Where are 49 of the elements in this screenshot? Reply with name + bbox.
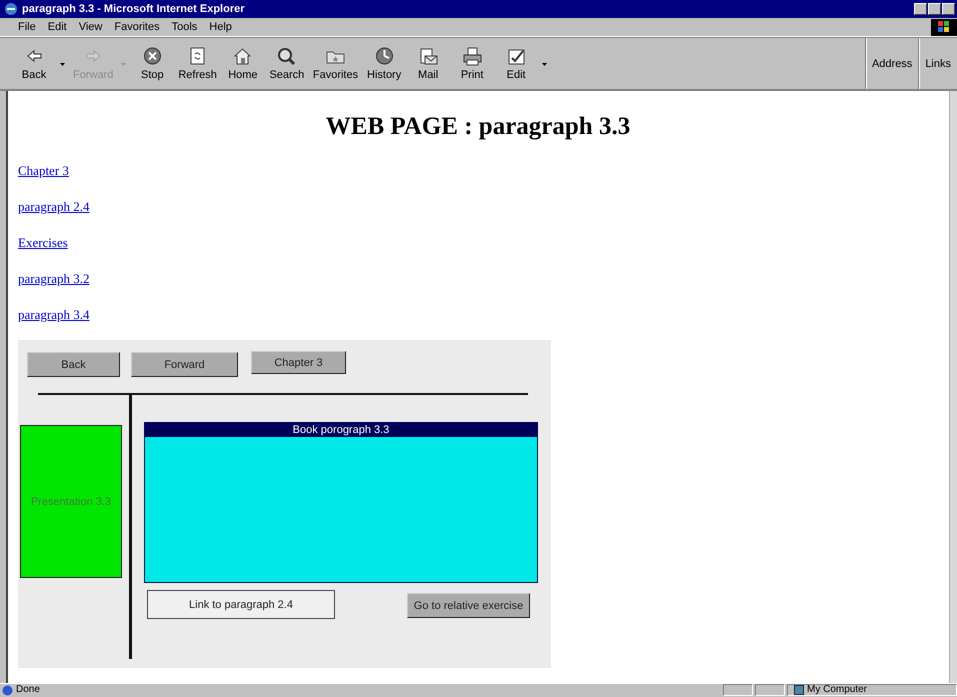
- toolbar-button[interactable]: Refresh: [174, 40, 221, 86]
- nav-button[interactable]: Forward: [131, 352, 238, 377]
- status-panel: [755, 684, 785, 696]
- exercise-button[interactable]: Go to relative exercise: [407, 593, 530, 618]
- content-title-bar: Book porograph 3.3: [144, 422, 538, 437]
- menu-item[interactable]: Edit: [42, 21, 73, 33]
- house-icon: [232, 46, 254, 66]
- windows-logo-icon: [931, 18, 957, 36]
- menu-item[interactable]: File: [12, 21, 42, 33]
- toolbar-button[interactable]: Print: [450, 40, 494, 86]
- toolbar-button[interactable]: Mail: [406, 40, 450, 86]
- status-text: Done: [16, 684, 40, 696]
- menu-item[interactable]: Help: [203, 21, 238, 33]
- clock-icon: [374, 46, 395, 66]
- restore-button[interactable]: [928, 3, 941, 15]
- toolbar-button[interactable]: Home: [220, 40, 265, 86]
- nav-button[interactable]: Back: [27, 352, 120, 377]
- menu-item[interactable]: Favorites: [108, 21, 166, 33]
- browser-logo-icon: [4, 2, 18, 16]
- printer-icon: [462, 46, 483, 66]
- toolbar-button[interactable]: Search: [264, 40, 309, 86]
- envelope-icon: [418, 46, 439, 66]
- menu-item[interactable]: Tools: [166, 21, 204, 33]
- page-link[interactable]: Exercises: [18, 234, 68, 251]
- page-heading: WEB PAGE : paragraph 3.3: [324, 112, 632, 142]
- scrollbar[interactable]: [949, 91, 957, 683]
- menu-item[interactable]: View: [72, 21, 108, 33]
- toolbar-button[interactable]: Edit: [494, 40, 538, 86]
- status-panel: [723, 684, 753, 696]
- stop-icon: [142, 46, 163, 66]
- page-link[interactable]: paragraph 3.2: [18, 270, 90, 287]
- link-box[interactable]: Link to paragraph 2.4: [147, 590, 335, 619]
- close-button[interactable]: [942, 3, 955, 15]
- page-link[interactable]: paragraph 2.4: [18, 198, 90, 215]
- toolbar-button[interactable]: Stop: [130, 40, 174, 86]
- toolbar-band-label[interactable]: Address: [864, 38, 918, 89]
- search-icon: [276, 46, 298, 66]
- window-title: paragraph 3.3 - Microsoft Internet Explorer: [22, 3, 246, 15]
- page-link[interactable]: Chapter 3: [18, 162, 69, 179]
- page-link[interactable]: paragraph 3.4: [18, 306, 90, 323]
- toolbar-button[interactable]: History: [362, 40, 406, 86]
- toolbar-band-label[interactable]: Links: [918, 38, 957, 89]
- minimize-button[interactable]: [914, 3, 927, 15]
- toolbar-button[interactable]: Back: [12, 40, 56, 86]
- page-status-icon: [2, 684, 13, 696]
- zone-text: My Computer: [807, 684, 868, 696]
- toolbar-button[interactable]: Favorites: [308, 40, 362, 86]
- computer-icon: [794, 685, 804, 695]
- nav-button[interactable]: Chapter 3: [251, 351, 346, 374]
